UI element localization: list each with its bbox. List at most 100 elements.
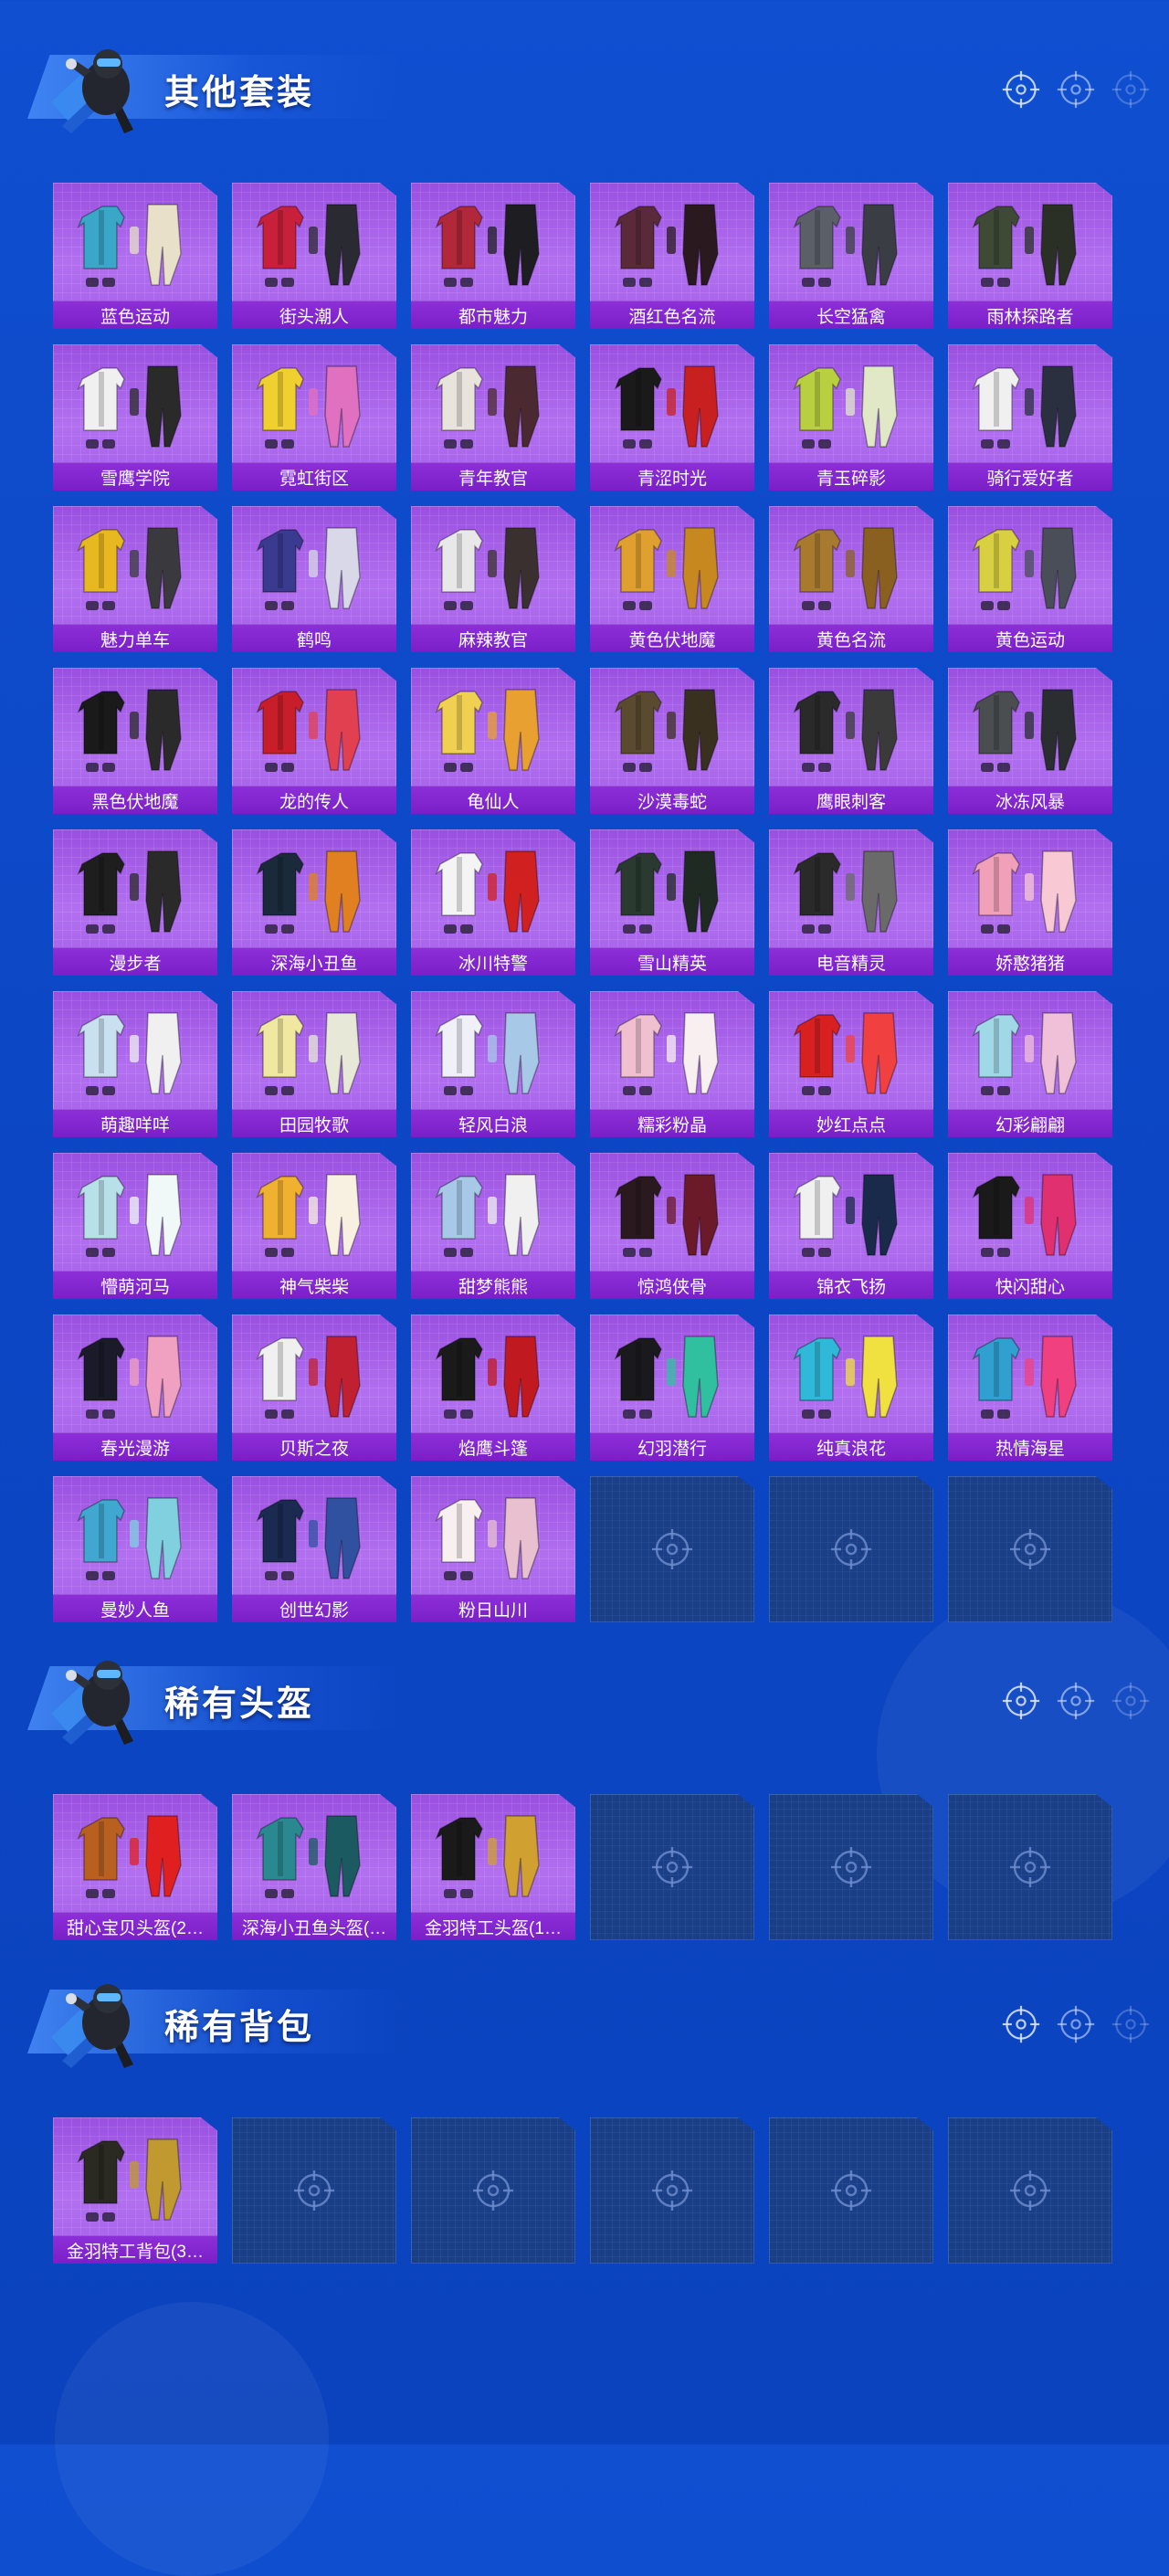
item-card[interactable]: 雨林探路者	[948, 183, 1112, 329]
item-label-bar: 神气柴柴	[232, 1271, 396, 1299]
item-label: 龙的传人	[279, 792, 349, 812]
item-image	[62, 513, 208, 621]
item-card[interactable]: 龟仙人	[411, 668, 575, 814]
item-card[interactable]: 沙漠毒蛇	[590, 668, 754, 814]
item-card[interactable]: 街头潮人	[232, 183, 396, 329]
item-label-bar: 惊鸿侠骨	[590, 1271, 754, 1299]
item-label: 焰鹰斗篷	[458, 1439, 528, 1459]
item-card[interactable]: 冰冻风暴	[948, 668, 1112, 814]
section-title: 其他套装	[164, 74, 315, 112]
item-label-bar: 龙的传人	[232, 786, 396, 814]
item-card[interactable]: 热情海星	[948, 1314, 1112, 1461]
item-card[interactable]: 鹰眼刺客	[769, 668, 933, 814]
item-card[interactable]: 金羽特工背包(3…	[53, 2117, 217, 2264]
item-card[interactable]: 纯真浪花	[769, 1314, 933, 1461]
item-card[interactable]: 麻辣教官	[411, 506, 575, 652]
item-label-bar: 黄色名流	[769, 624, 933, 652]
item-card[interactable]: 深海小丑鱼头盔(…	[232, 1794, 396, 1940]
item-card[interactable]: 都市魅力	[411, 183, 575, 329]
section-header: 稀有背包	[0, 1966, 1169, 2075]
item-label: 轻风白浪	[458, 1115, 528, 1135]
item-label: 黄色运动	[995, 630, 1065, 650]
item-label-bar: 焰鹰斗篷	[411, 1432, 575, 1461]
item-image	[241, 675, 387, 783]
item-card[interactable]: 甜心宝贝头盔(2…	[53, 1794, 217, 1940]
item-label: 金羽特工背包(3…	[67, 2242, 204, 2262]
item-image	[778, 352, 924, 459]
item-card[interactable]: 甜梦熊熊	[411, 1153, 575, 1299]
item-card[interactable]: 锦衣飞扬	[769, 1153, 933, 1299]
item-card[interactable]: 曼妙人鱼	[53, 1476, 217, 1622]
item-label-bar: 锦衣飞扬	[769, 1271, 933, 1299]
item-label: 霓虹街区	[279, 469, 349, 489]
item-label-bar: 长空猛禽	[769, 301, 933, 329]
item-card[interactable]: 骑行爱好者	[948, 344, 1112, 491]
item-card[interactable]: 深海小丑鱼	[232, 829, 396, 976]
item-label: 神气柴柴	[279, 1277, 349, 1297]
item-card[interactable]: 创世幻影	[232, 1476, 396, 1622]
item-label-bar: 雪鹰学院	[53, 462, 217, 491]
item-card[interactable]: 青玉碎影	[769, 344, 933, 491]
item-card[interactable]: 轻风白浪	[411, 991, 575, 1137]
item-card[interactable]: 黄色名流	[769, 506, 933, 652]
item-card[interactable]: 黑色伏地魔	[53, 668, 217, 814]
item-card[interactable]: 娇憨猪猪	[948, 829, 1112, 976]
item-label-bar: 春光漫游	[53, 1432, 217, 1461]
item-card[interactable]: 蓝色运动	[53, 183, 217, 329]
item-card[interactable]: 黄色运动	[948, 506, 1112, 652]
item-label: 田园牧歌	[279, 1115, 349, 1135]
item-card[interactable]: 焰鹰斗篷	[411, 1314, 575, 1461]
item-card[interactable]: 幻羽潜行	[590, 1314, 754, 1461]
item-label-bar: 黄色伏地魔	[590, 624, 754, 652]
item-card[interactable]: 神气柴柴	[232, 1153, 396, 1299]
item-card[interactable]: 幻彩翩翩	[948, 991, 1112, 1137]
item-card[interactable]: 萌趣咩咩	[53, 991, 217, 1137]
item-card[interactable]: 雪鹰学院	[53, 344, 217, 491]
item-card[interactable]: 贝斯之夜	[232, 1314, 396, 1461]
section-header: 其他套装	[0, 31, 1169, 141]
item-image	[599, 513, 745, 621]
crosshair-icon	[1008, 1527, 1052, 1571]
item-card[interactable]: 龙的传人	[232, 668, 396, 814]
item-label-bar: 鹤鸣	[232, 624, 396, 652]
item-label: 雪山精英	[637, 954, 707, 974]
mascot-figure-icon	[44, 1973, 153, 2072]
item-card[interactable]: 青年教官	[411, 344, 575, 491]
item-label: 沙漠毒蛇	[637, 792, 707, 812]
item-card[interactable]: 雪山精英	[590, 829, 754, 976]
item-card[interactable]: 霓虹街区	[232, 344, 396, 491]
item-card[interactable]: 惊鸿侠骨	[590, 1153, 754, 1299]
crosshair-icon	[1056, 69, 1096, 110]
section-title: 稀有头盔	[164, 1685, 315, 1724]
item-card[interactable]: 鹤鸣	[232, 506, 396, 652]
item-card[interactable]: 酒红色名流	[590, 183, 754, 329]
item-card[interactable]: 糯彩粉晶	[590, 991, 754, 1137]
item-image	[599, 1322, 745, 1430]
item-card[interactable]: 青涩时光	[590, 344, 754, 491]
item-card[interactable]: 冰川特警	[411, 829, 575, 976]
mascot-figure-icon	[44, 1650, 153, 1748]
item-label: 妙红点点	[816, 1115, 886, 1135]
item-card[interactable]: 春光漫游	[53, 1314, 217, 1461]
item-label: 糯彩粉晶	[637, 1115, 707, 1135]
item-label: 冰川特警	[458, 954, 528, 974]
item-image	[778, 1160, 924, 1268]
item-card[interactable]: 妙红点点	[769, 991, 933, 1137]
item-card[interactable]: 懵萌河马	[53, 1153, 217, 1299]
item-card[interactable]: 魅力单车	[53, 506, 217, 652]
item-card[interactable]: 田园牧歌	[232, 991, 396, 1137]
item-card[interactable]: 粉日山川	[411, 1476, 575, 1622]
item-card[interactable]: 金羽特工头盔(1…	[411, 1794, 575, 1940]
item-card[interactable]: 电音精灵	[769, 829, 933, 976]
item-label: 鹰眼刺客	[816, 792, 886, 812]
item-label: 漫步者	[109, 954, 162, 974]
item-card[interactable]: 漫步者	[53, 829, 217, 976]
item-image	[957, 837, 1103, 945]
item-card[interactable]: 黄色伏地魔	[590, 506, 754, 652]
item-image	[957, 998, 1103, 1106]
item-card[interactable]: 长空猛禽	[769, 183, 933, 329]
item-image	[957, 1160, 1103, 1268]
item-image	[62, 1160, 208, 1268]
empty-slot	[769, 1794, 933, 1940]
item-card[interactable]: 快闪甜心	[948, 1153, 1112, 1299]
